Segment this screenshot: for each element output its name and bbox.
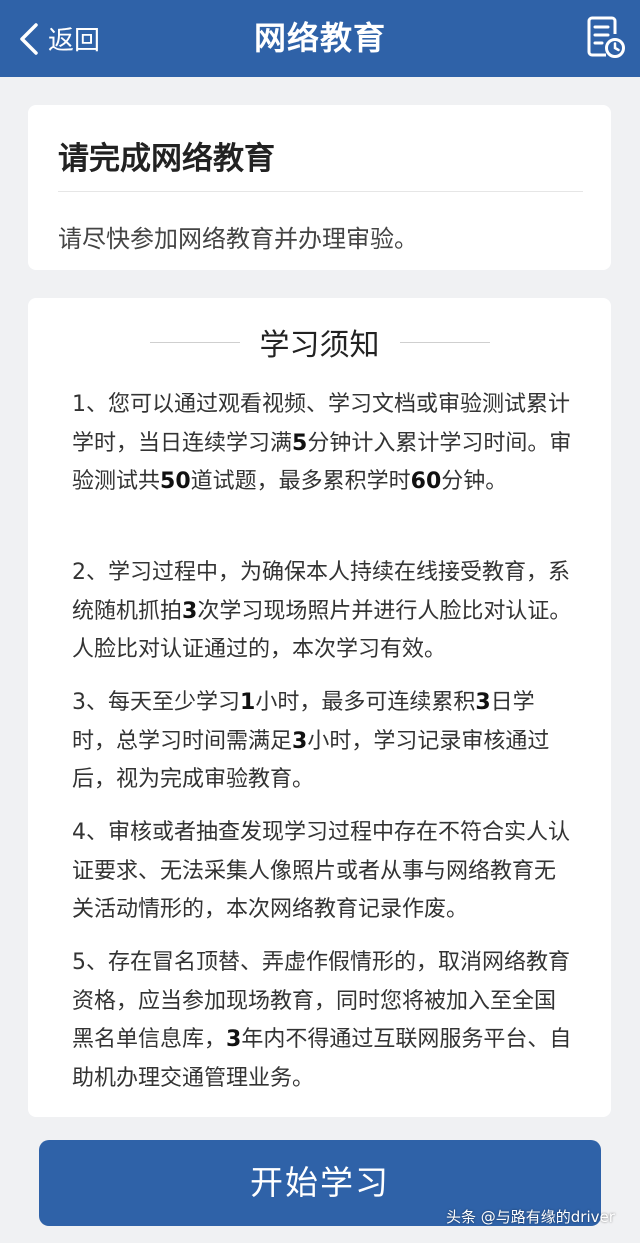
rule-item-5: 5、存在冒名顶替、弄虚作假情形的，取消网络教育资格，应当参加现场教育，同时您将被…	[72, 944, 577, 1098]
watermark: 头条 @与路有缘的driver	[446, 1208, 615, 1226]
rule-text: 小时，最多可连续累积	[255, 690, 476, 715]
rule-number: 1	[240, 690, 256, 715]
rule-text: 3、每天至少学习	[72, 690, 240, 715]
rule-item-2: 2、学习过程中，为确保本人持续在线接受教育，系统随机抓拍3次学习现场照片并进行人…	[72, 554, 577, 670]
rule-item-3: 3、每天至少学习1小时，最多可连续累积3日学时，总学习时间需满足3小时，学习记录…	[72, 684, 577, 800]
rule-number: 3	[475, 690, 491, 715]
notice-card: 请完成网络教育 请尽快参加网络教育并办理审验。	[28, 105, 611, 270]
rule-text: 道试题，最多累积学时	[190, 469, 411, 494]
document-clock-icon	[587, 16, 625, 58]
rule-item-4: 4、审核或者抽查发现学习过程中存在不符合实人认证要求、无法采集人像照片或者从事与…	[72, 814, 577, 930]
rule-item-1: 1、您可以通过观看视频、学习文档或审验测试累计学时，当日连续学习满5分钟计入累计…	[72, 386, 577, 502]
divider	[399, 341, 490, 343]
page-title: 网络教育	[253, 19, 386, 57]
rules-title: 学习须知	[259, 328, 380, 363]
rule-text: 分钟。	[441, 469, 508, 494]
top-nav-bar: 返回 网络教育	[0, 0, 640, 77]
notice-title: 请完成网络教育	[58, 141, 275, 177]
divider	[149, 341, 240, 343]
rule-number: 50	[160, 469, 191, 494]
study-record-button[interactable]	[586, 14, 626, 60]
rules-header: 学习须知	[28, 320, 611, 364]
rule-number: 5	[292, 430, 308, 456]
rule-text: 4、审核或者抽查发现学习过程中存在不符合实人认证要求、无法采集人像照片或者从事与…	[72, 820, 570, 922]
divider	[58, 191, 583, 192]
rule-number: 3	[292, 728, 308, 754]
rule-number: 3	[226, 1027, 242, 1052]
rule-number: 60	[410, 469, 442, 494]
rule-number: 3	[182, 598, 198, 624]
study-rules-card: 学习须知 1、您可以通过观看视频、学习文档或审验测试累计学时，当日连续学习满5分…	[28, 298, 611, 1117]
notice-body: 请尽快参加网络教育并办理审验。	[58, 225, 418, 253]
